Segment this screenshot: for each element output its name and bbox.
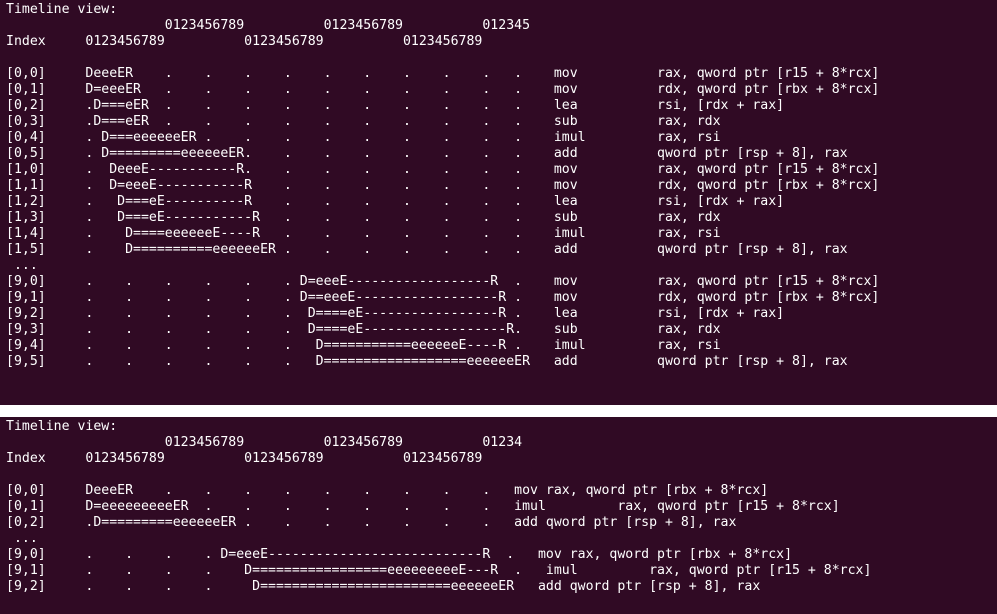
timeline-row: [0,2] .D=========eeeeeeER . . . . . . . … <box>6 515 737 530</box>
timeline-row: [1,3] . D===eE-----------R . . . . . . .… <box>6 210 721 225</box>
terminal-output-2: Timeline view: 0123456789 0123456789 012… <box>0 417 997 595</box>
ellipsis-line: ... <box>6 258 38 273</box>
timeline-row: [0,1] D=eeeeeeeeeER . . . . . . . . imul… <box>6 499 840 514</box>
timeline-row: [0,2] .D===eER . . . . . . . . . . lea r… <box>6 98 785 113</box>
timeline-row: [0,0] DeeeER . . . . . . . . . . mov rax… <box>6 66 880 81</box>
timeline-row: [0,1] D=eeeER . . . . . . . . . . mov rd… <box>6 82 880 97</box>
timeline-row: [9,1] . . . . D=================eeeeeeee… <box>6 563 872 578</box>
timeline-row: [0,3] .D===eER . . . . . . . . . . sub r… <box>6 114 721 129</box>
terminal-output-1: Timeline view: 0123456789 0123456789 012… <box>0 0 997 370</box>
timeline-row: [1,0] . DeeeE-----------R. . . . . . . .… <box>6 162 880 177</box>
timeline-row: [1,4] . D====eeeeeeE----R . . . . . . . … <box>6 226 721 241</box>
title-line: Timeline view: <box>6 2 118 17</box>
timeline-row: [9,1] . . . . . . D==eeeE---------------… <box>6 290 880 305</box>
index-header: Index 0123456789 0123456789 0123456789 <box>6 34 483 49</box>
timeline-row: [9,0] . . . . D=eeeE--------------------… <box>6 547 793 562</box>
timeline-row: [9,5] . . . . . . D==================eee… <box>6 354 848 369</box>
index-header: Index 0123456789 0123456789 0123456789 <box>6 451 483 466</box>
timeline-row: [0,0] DeeeER . . . . . . . . . mov rax, … <box>6 483 769 498</box>
timeline-row: [0,5] . D=========eeeeeeER. . . . . . . … <box>6 146 848 161</box>
timeline-view-panel-1: Timeline view: 0123456789 0123456789 012… <box>0 0 997 405</box>
cycle-ruler-tens: 0123456789 0123456789 01234 <box>6 435 523 450</box>
cycle-ruler-tens: 0123456789 0123456789 012345 <box>6 18 531 33</box>
timeline-view-panel-2: Timeline view: 0123456789 0123456789 012… <box>0 417 997 614</box>
timeline-row: [9,0] . . . . . . D=eeeE----------------… <box>6 274 880 289</box>
title-line: Timeline view: <box>6 419 118 434</box>
timeline-row: [9,2] . . . . . . D====eE---------------… <box>6 306 785 321</box>
ellipsis-line: ... <box>6 531 38 546</box>
timeline-row: [9,3] . . . . . . D====eE---------------… <box>6 322 721 337</box>
timeline-row: [9,2] . . . . D========================e… <box>6 579 761 594</box>
timeline-row: [9,4] . . . . . . D===========eeeeeeE---… <box>6 338 721 353</box>
panel-separator <box>0 405 997 417</box>
timeline-row: [1,1] . D=eeeE-----------R . . . . . . .… <box>6 178 880 193</box>
timeline-row: [0,4] . D===eeeeeeER . . . . . . . . . i… <box>6 130 721 145</box>
timeline-row: [1,2] . D===eE----------R . . . . . . . … <box>6 194 785 209</box>
timeline-row: [1,5] . D==========eeeeeeER . . . . . . … <box>6 242 848 257</box>
